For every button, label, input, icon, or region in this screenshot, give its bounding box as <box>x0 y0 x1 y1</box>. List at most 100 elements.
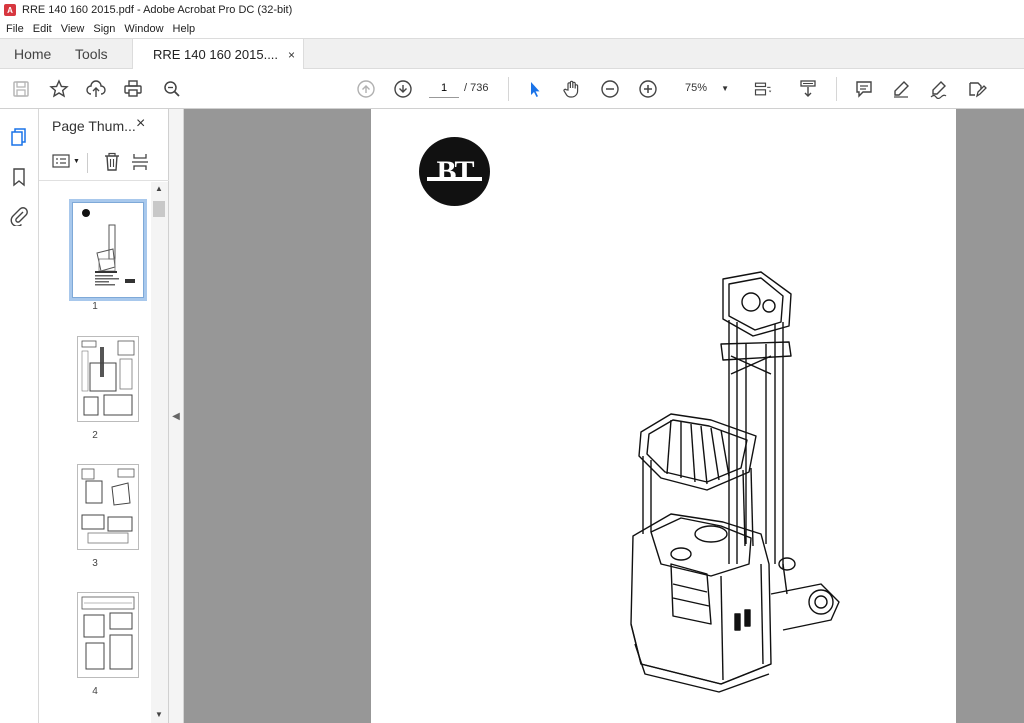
upload-cloud-icon <box>86 80 106 97</box>
navigation-rail <box>0 109 39 723</box>
thumbnail-page-1[interactable] <box>69 199 147 301</box>
thumbnail-panel: Page Thum... × ▼ 1 2 3 4 ▲ ▼ <box>39 109 169 723</box>
thumbnail-page-2[interactable] <box>77 336 139 422</box>
page-down-icon <box>394 80 412 98</box>
hand-tool-button[interactable] <box>560 77 584 101</box>
thumbnail-list: 1 2 3 4 <box>39 182 151 723</box>
menu-window[interactable]: Window <box>124 23 163 35</box>
thumbnail-preview <box>81 596 135 670</box>
thumbnail-preview <box>82 209 135 286</box>
chevron-left-icon: ◀ <box>172 410 180 422</box>
zoom-dropdown[interactable]: 75% ▼ <box>675 77 735 99</box>
thumbnail-label: 3 <box>92 558 98 569</box>
menu-bar: File Edit View Sign Window Help <box>0 20 1024 38</box>
acrobat-app-icon: A <box>4 4 16 16</box>
sign-button[interactable] <box>927 77 951 101</box>
pdf-page: BT <box>371 109 956 723</box>
paperclip-icon <box>10 207 28 226</box>
trash-icon <box>105 152 119 171</box>
select-tool-button[interactable] <box>523 77 547 101</box>
save-button[interactable] <box>9 77 33 101</box>
thumbnail-preview <box>81 340 135 416</box>
menu-view[interactable]: View <box>61 23 85 35</box>
tab-document-label: RRE 140 160 2015.... <box>153 47 279 62</box>
attachments-button[interactable] <box>8 205 30 227</box>
highlight-button[interactable] <box>889 77 913 101</box>
document-viewport[interactable]: BT <box>184 109 1024 723</box>
hand-tool-icon <box>563 80 579 98</box>
extract-page-button[interactable] <box>131 152 149 175</box>
print-button[interactable] <box>121 77 145 101</box>
page-count: / 736 <box>464 82 489 94</box>
sign-icon <box>930 81 947 99</box>
bookmark-icon <box>13 168 25 187</box>
panel-toolbar: ▼ <box>39 145 169 181</box>
menu-file[interactable]: File <box>6 23 24 35</box>
tab-tools[interactable]: Tools <box>75 39 108 69</box>
comment-button[interactable] <box>852 77 876 101</box>
panel-title: Page Thum... <box>52 118 136 134</box>
previous-page-button[interactable] <box>354 77 378 101</box>
save-icon <box>13 81 29 97</box>
menu-help[interactable]: Help <box>173 23 196 35</box>
scrollbar-thumb[interactable] <box>153 201 165 217</box>
main-toolbar <box>0 69 1024 109</box>
thumbnail-options-button[interactable]: ▼ <box>52 153 80 169</box>
zoom-in-button[interactable] <box>636 77 660 101</box>
logo-text: BT <box>436 154 474 188</box>
bookmark-star-icon <box>49 79 69 98</box>
thumbnail-page-4[interactable] <box>77 592 139 678</box>
page-up-icon <box>357 80 375 98</box>
toolbar-separator <box>836 77 837 101</box>
fill-sign-icon <box>969 82 987 98</box>
find-button[interactable] <box>160 77 184 101</box>
zoom-search-icon <box>164 81 180 97</box>
tab-home[interactable]: Home <box>14 39 51 69</box>
bt-logo: BT <box>419 137 490 206</box>
page-split-icon <box>132 154 148 170</box>
bookmarks-button[interactable] <box>8 166 30 188</box>
panel-collapse-handle[interactable]: ◀ <box>169 109 184 723</box>
thumbnail-page-3[interactable] <box>77 464 139 550</box>
select-cursor-icon <box>531 82 540 97</box>
delete-page-button[interactable] <box>103 152 121 175</box>
zoom-in-icon <box>639 80 657 98</box>
share-upload-button[interactable] <box>84 77 108 101</box>
comment-icon <box>856 81 872 98</box>
thumbnail-scrollbar[interactable]: ▲ ▼ <box>151 182 168 723</box>
zoom-out-button[interactable] <box>598 77 622 101</box>
zoom-out-icon <box>601 80 619 98</box>
page-thumbnails-icon <box>11 128 26 146</box>
panel-toolbar-separator <box>87 153 88 173</box>
scroll-mode-button[interactable] <box>796 77 820 101</box>
panel-close-button[interactable]: × <box>136 115 145 133</box>
scroll-up-icon[interactable]: ▲ <box>155 184 163 193</box>
next-page-button[interactable] <box>391 77 415 101</box>
chevron-down-icon: ▼ <box>721 83 729 93</box>
menu-sign[interactable]: Sign <box>93 23 115 35</box>
scroll-down-icon[interactable]: ▼ <box>155 710 163 719</box>
tab-close-button[interactable]: × <box>288 48 295 62</box>
forklift-illustration <box>630 271 840 693</box>
fit-page-button[interactable] <box>748 77 778 101</box>
toolbar-separator <box>508 77 509 101</box>
thumbnail-preview <box>81 468 135 544</box>
options-list-icon <box>52 154 70 168</box>
chevron-down-icon: ▼ <box>73 157 80 165</box>
scroll-mode-icon <box>800 80 816 97</box>
bookmark-button[interactable] <box>47 77 71 101</box>
thumbnail-label: 2 <box>92 430 98 441</box>
fit-page-icon <box>754 82 772 96</box>
window-title: RRE 140 160 2015.pdf - Adobe Acrobat Pro… <box>22 4 293 16</box>
print-icon <box>124 80 142 97</box>
thumbnail-label: 4 <box>92 686 98 697</box>
fill-sign-button[interactable] <box>965 77 989 101</box>
thumbnail-label: 1 <box>92 301 98 312</box>
page-thumbnails-button[interactable] <box>8 126 30 148</box>
zoom-value: 75% <box>685 82 708 94</box>
page-number-input[interactable] <box>429 78 459 98</box>
logo-bar <box>427 177 482 181</box>
title-bar: A RRE 140 160 2015.pdf - Adobe Acrobat P… <box>0 0 1024 20</box>
tab-document[interactable]: RRE 140 160 2015.... × <box>132 39 305 70</box>
menu-edit[interactable]: Edit <box>33 23 52 35</box>
